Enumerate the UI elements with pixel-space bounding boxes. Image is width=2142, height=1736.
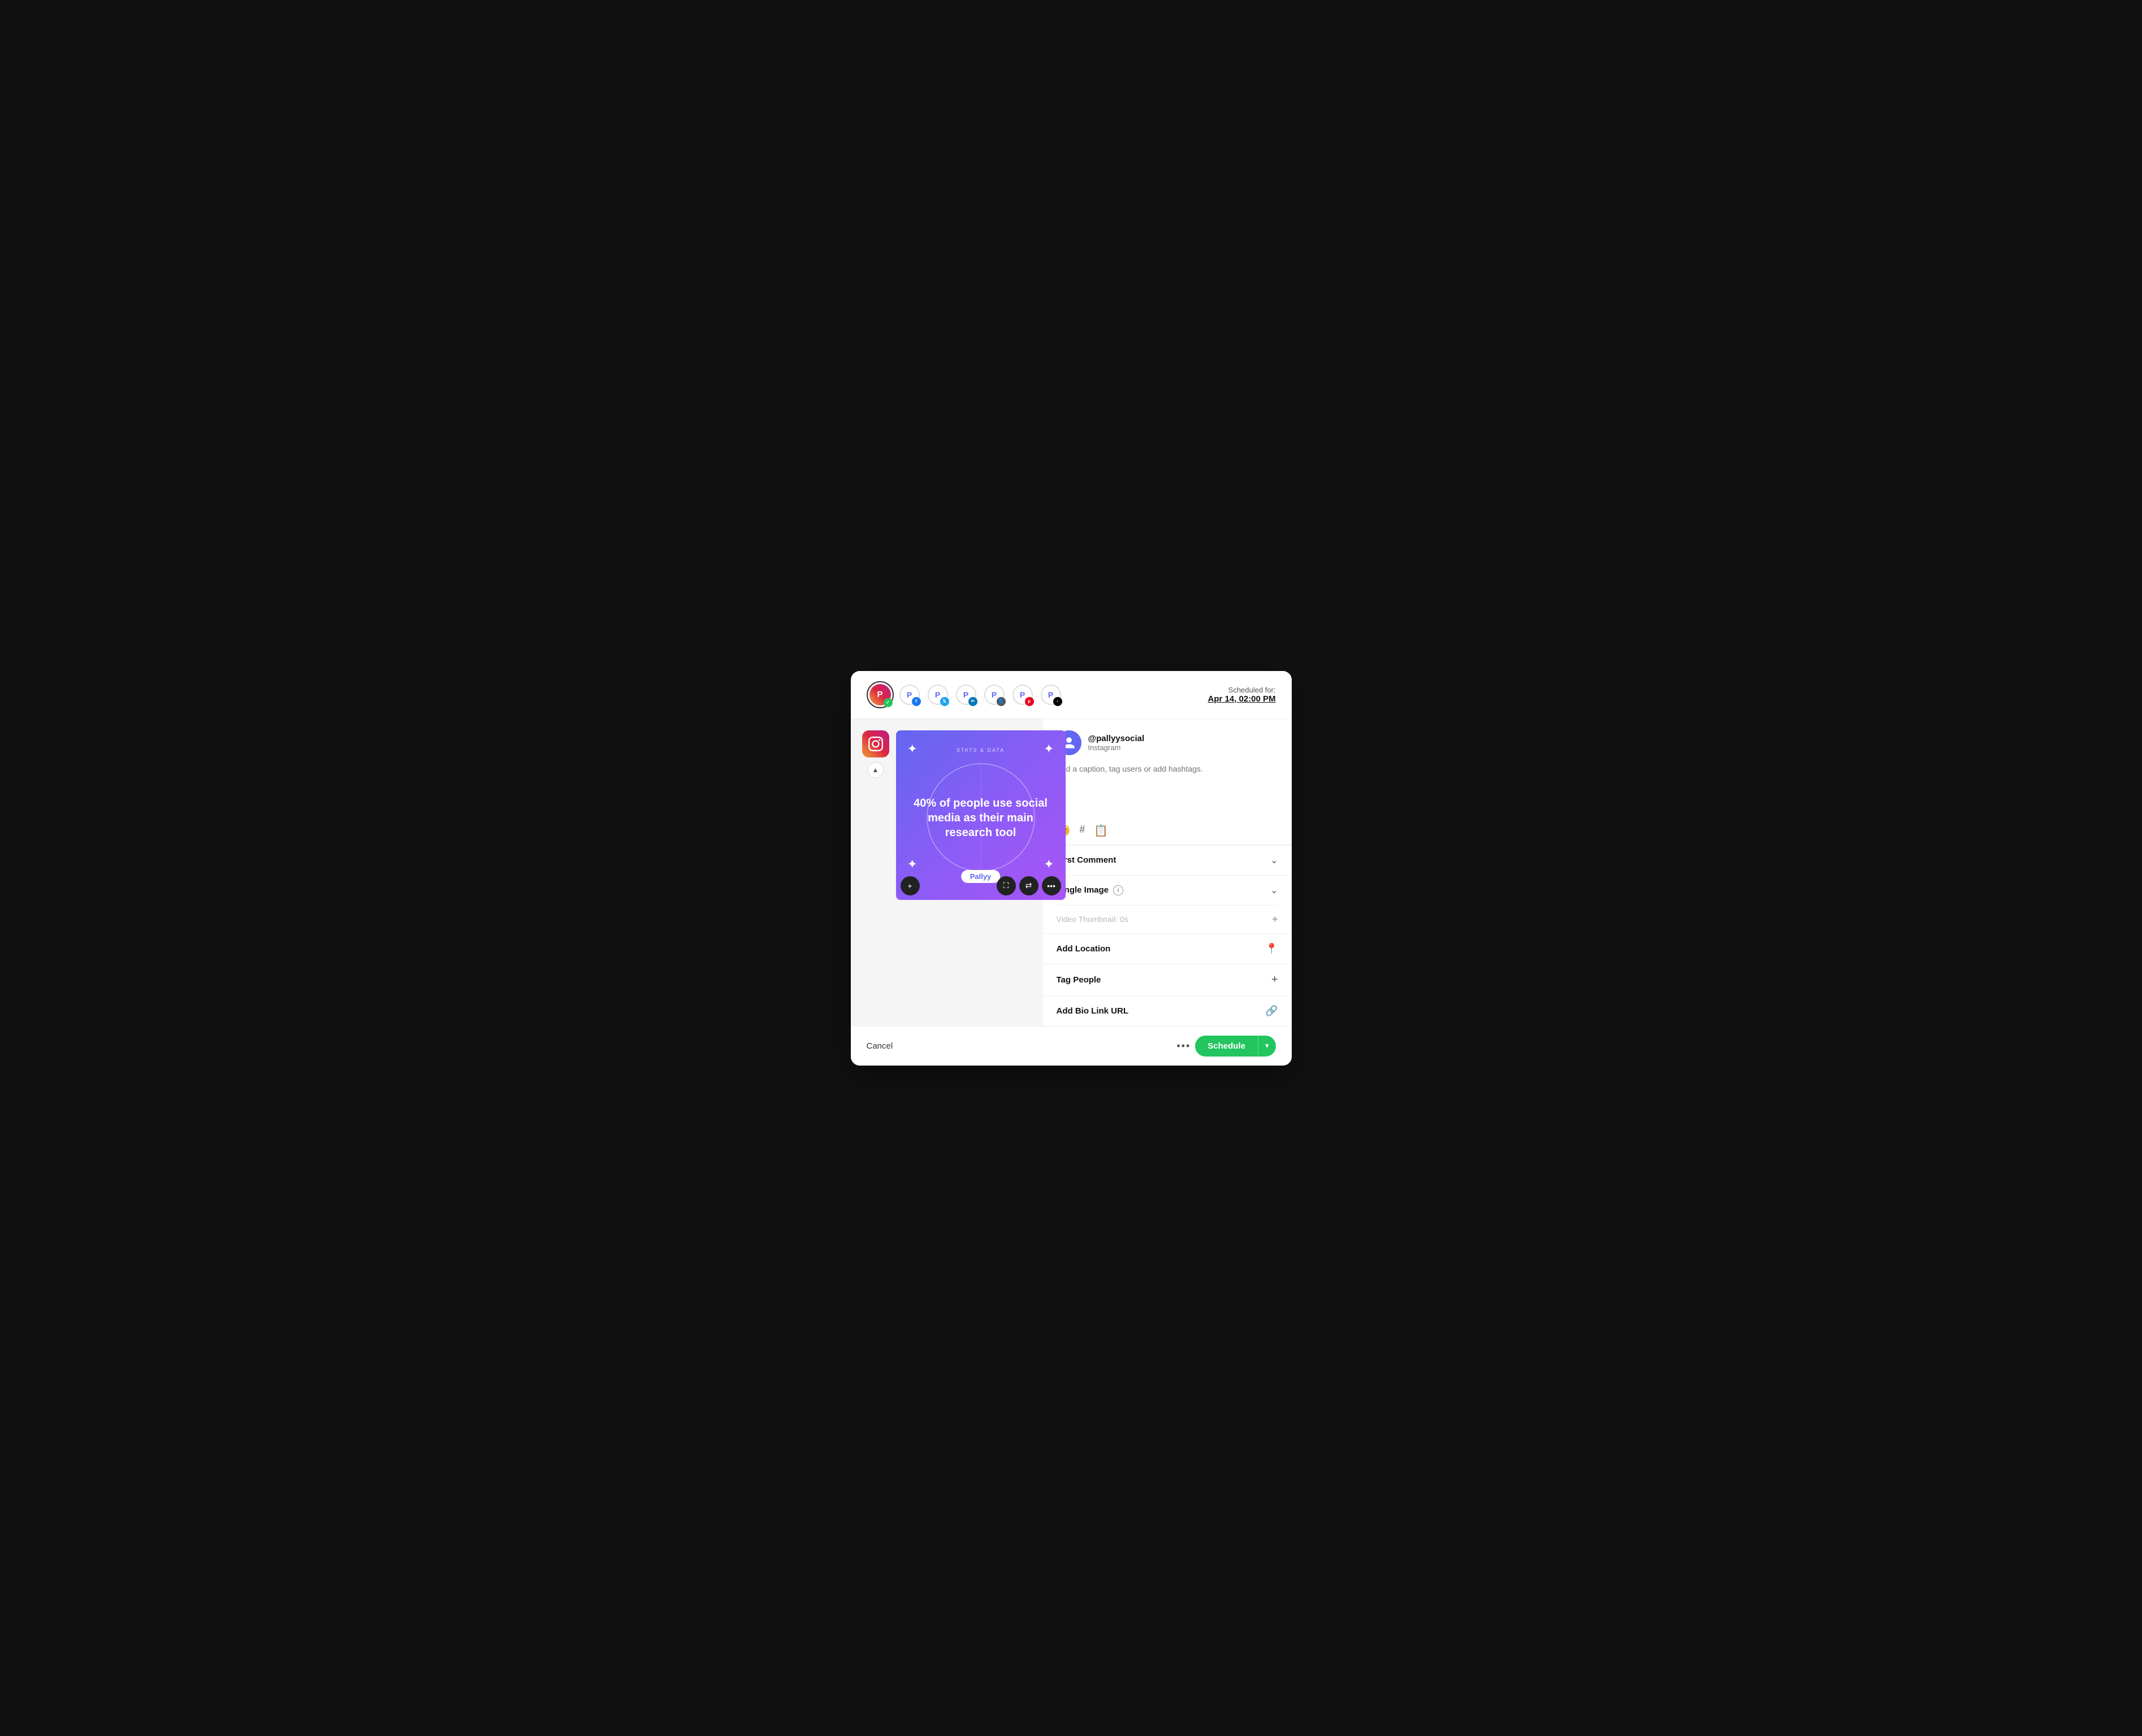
schedule-dropdown-button[interactable]: ▾	[1258, 1036, 1276, 1057]
account-platform: Instagram	[1088, 743, 1145, 752]
platform-icon-tw[interactable]: P 𝕏	[925, 682, 950, 707]
fullscreen-button[interactable]: ⛶	[997, 876, 1016, 895]
single-image-title: Single Image i	[1057, 885, 1124, 895]
pi-badge: p	[1025, 697, 1034, 706]
add-location-toggle[interactable]: Add Location 📍	[1057, 934, 1278, 964]
first-comment-toggle[interactable]: First Comment ⌄	[1057, 846, 1278, 875]
account-header: @pallyysocial Instagram	[1043, 719, 1292, 764]
side-platform: ▲	[862, 730, 889, 900]
tk-badge: ♪	[1053, 697, 1062, 706]
hashtag-tool[interactable]: #	[1079, 824, 1085, 838]
single-image-chevron: ⌄	[1270, 885, 1278, 896]
bio-link-icon: 🔗	[1265, 1005, 1278, 1017]
more-options-button[interactable]: •••	[1042, 876, 1061, 895]
first-comment-section: First Comment ⌄	[1043, 845, 1292, 875]
right-panel: @pallyysocial Instagram 😊 # 📋 First Comm…	[1043, 719, 1292, 1026]
tag-people-toggle[interactable]: Tag People +	[1057, 964, 1278, 995]
post-main-text: 40% of people use social media as their …	[907, 796, 1054, 840]
single-image-section: Single Image i ⌄ Video Thumbnail: 0s +	[1043, 875, 1292, 933]
sparkle-tl: ✦	[907, 742, 918, 756]
post-preview: STATS & DATA ✦ ✦ ✦ ✦	[896, 730, 1066, 900]
sparkle-br: ✦	[1044, 857, 1054, 872]
caption-tools: 😊 # 📋	[1043, 819, 1292, 845]
li-badge: in	[968, 697, 977, 706]
platform-icon-fb[interactable]: P f	[897, 682, 922, 707]
bio-link-section: Add Bio Link URL 🔗	[1043, 995, 1292, 1026]
cancel-button[interactable]: Cancel	[867, 1041, 893, 1051]
info-badge: i	[1113, 885, 1123, 895]
caption-input[interactable]	[1057, 764, 1278, 809]
tag-people-title: Tag People	[1057, 975, 1101, 985]
swap-button[interactable]: ⇄	[1019, 876, 1038, 895]
modal-footer: Cancel ••• Schedule ▾	[851, 1026, 1292, 1066]
scheduled-date[interactable]: Apr 14, 02:00 PM	[1208, 694, 1275, 704]
schedule-group: Schedule ▾	[1195, 1036, 1275, 1057]
fb-badge: f	[912, 697, 921, 706]
scheduled-info: Scheduled for: Apr 14, 02:00 PM	[1208, 686, 1275, 704]
video-thumbnail-row: Video Thumbnail: 0s +	[1057, 905, 1278, 933]
sparkle-bl: ✦	[907, 857, 918, 872]
stats-label: STATS & DATA	[957, 747, 1005, 753]
post-image: STATS & DATA ✦ ✦ ✦ ✦	[896, 730, 1066, 900]
copy-tool[interactable]: 📋	[1094, 824, 1108, 838]
platform-icon-li[interactable]: P in	[954, 682, 979, 707]
schedule-button[interactable]: Schedule	[1195, 1036, 1258, 1057]
left-inner: ▲ STATS & DATA ✦ ✦ ✦ ✦	[862, 730, 1032, 900]
platform-icons-list: P ✓ P f P 𝕏 P in P 👤	[867, 681, 1063, 708]
platform-icon-pi[interactable]: P p	[1010, 682, 1035, 707]
caption-area	[1043, 764, 1292, 819]
tag-people-add-icon: +	[1271, 973, 1278, 986]
image-controls: + ⛶ ⇄ •••	[896, 876, 1066, 895]
location-icon: 📍	[1265, 943, 1278, 955]
video-thumbnail-add[interactable]: +	[1272, 914, 1278, 925]
tag-people-section: Tag People +	[1043, 964, 1292, 995]
platform-bar: P ✓ P f P 𝕏 P in P 👤	[851, 671, 1292, 719]
scheduled-label: Scheduled for:	[1228, 686, 1276, 694]
modal: P ✓ P f P 𝕏 P in P 👤	[851, 671, 1292, 1066]
add-location-title: Add Location	[1057, 944, 1111, 954]
instagram-icon-large[interactable]	[862, 730, 889, 757]
right-controls: ⛶ ⇄ •••	[997, 876, 1061, 895]
platform-icon-ig[interactable]: P ✓	[867, 681, 894, 708]
video-thumbnail-label: Video Thumbnail: 0s	[1057, 915, 1128, 924]
first-comment-chevron: ⌄	[1270, 855, 1278, 866]
platform-icon-tk[interactable]: P ♪	[1038, 682, 1063, 707]
left-panel: ▲ STATS & DATA ✦ ✦ ✦ ✦	[851, 719, 1043, 1026]
add-media-button[interactable]: +	[901, 876, 920, 895]
account-info: @pallyysocial Instagram	[1088, 734, 1145, 752]
main-content: ▲ STATS & DATA ✦ ✦ ✦ ✦	[851, 719, 1292, 1026]
tw-badge: 𝕏	[940, 697, 949, 706]
add-location-section: Add Location 📍	[1043, 933, 1292, 964]
single-image-toggle[interactable]: Single Image i ⌄	[1057, 876, 1278, 905]
platform-icon-yt[interactable]: P 👤	[982, 682, 1007, 707]
footer-right: ••• Schedule ▾	[1176, 1036, 1275, 1057]
collapse-chevron[interactable]: ▲	[868, 762, 884, 778]
sparkle-tr: ✦	[1044, 742, 1054, 756]
bio-link-title: Add Bio Link URL	[1057, 1006, 1129, 1016]
more-actions-button[interactable]: •••	[1176, 1040, 1191, 1052]
bio-link-toggle[interactable]: Add Bio Link URL 🔗	[1057, 996, 1278, 1026]
account-username: @pallyysocial	[1088, 734, 1145, 743]
checkmark-badge: ✓	[884, 698, 893, 707]
yt-badge: 👤	[997, 697, 1006, 706]
